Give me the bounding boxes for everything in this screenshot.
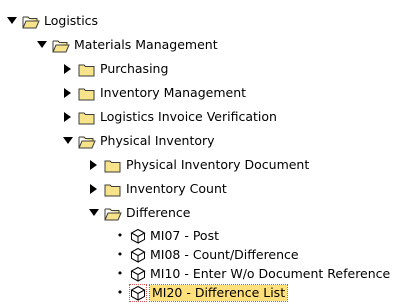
tree-node-label: Physical Inventory [100, 133, 215, 148]
tree-node-label: Inventory Management [100, 85, 247, 100]
tree-node-label: Difference [126, 205, 191, 220]
folder-open-icon [104, 206, 122, 221]
triangle-down-icon[interactable] [62, 135, 74, 147]
tree-node-label: MI20 - Difference List [148, 284, 289, 302]
transaction-cube-icon [130, 266, 146, 282]
tree-node-transaction-mi08[interactable]: • MI08 - Count/Difference [114, 245, 299, 265]
tree-node-physical-inventory-document[interactable]: Physical Inventory Document [88, 154, 309, 176]
bullet-icon: • [116, 286, 124, 299]
tree-node-logistics-invoice-verification[interactable]: Logistics Invoice Verification [62, 106, 277, 128]
triangle-down-icon[interactable] [36, 39, 48, 51]
triangle-right-icon[interactable] [62, 63, 74, 75]
tree-node-transaction-mi20[interactable]: • MI20 - Difference List [114, 283, 289, 303]
triangle-right-icon[interactable] [62, 111, 74, 123]
tree-node-inventory-count[interactable]: Inventory Count [88, 178, 227, 200]
tree-node-label: Logistics [44, 13, 99, 28]
tree-node-purchasing[interactable]: Purchasing [62, 58, 168, 80]
folder-icon [104, 182, 122, 197]
tree-node-transaction-mi10[interactable]: • MI10 - Enter W/o Document Reference [114, 264, 390, 284]
folder-open-icon [78, 134, 96, 149]
folder-icon [78, 110, 96, 125]
tree-node-label: Logistics Invoice Verification [100, 109, 277, 124]
triangle-down-icon[interactable] [88, 207, 100, 219]
tree-node-label: MI10 - Enter W/o Document Reference [150, 266, 391, 281]
triangle-right-icon[interactable] [88, 183, 100, 195]
tree-node-label: MI08 - Count/Difference [150, 247, 299, 262]
tree-node-inventory-management[interactable]: Inventory Management [62, 82, 246, 104]
transaction-cube-icon [129, 284, 147, 302]
tree-node-transaction-mi07[interactable]: • MI07 - Post [114, 226, 219, 246]
triangle-down-icon[interactable] [6, 15, 18, 27]
triangle-right-icon[interactable] [62, 87, 74, 99]
bullet-icon: • [116, 248, 124, 261]
folder-icon [104, 158, 122, 173]
tree-node-difference[interactable]: Difference [88, 202, 190, 224]
tree-node-materials-management[interactable]: Materials Management [36, 34, 218, 56]
folder-open-icon [22, 14, 40, 29]
tree-node-label: Materials Management [74, 37, 218, 52]
transaction-cube-icon [130, 228, 146, 244]
folder-open-icon [52, 38, 70, 53]
tree-node-label: Physical Inventory Document [126, 157, 310, 172]
tree-node-label: MI07 - Post [150, 228, 219, 243]
tree-node-physical-inventory[interactable]: Physical Inventory [62, 130, 215, 152]
transaction-cube-icon [130, 247, 146, 263]
folder-icon [78, 62, 96, 77]
tree-node-label: Purchasing [100, 61, 169, 76]
bullet-icon: • [116, 229, 124, 242]
tree-node-label: Inventory Count [126, 181, 227, 196]
bullet-icon: • [116, 267, 124, 280]
tree-node-logistics[interactable]: Logistics [6, 10, 98, 32]
triangle-right-icon[interactable] [88, 159, 100, 171]
folder-icon [78, 86, 96, 101]
